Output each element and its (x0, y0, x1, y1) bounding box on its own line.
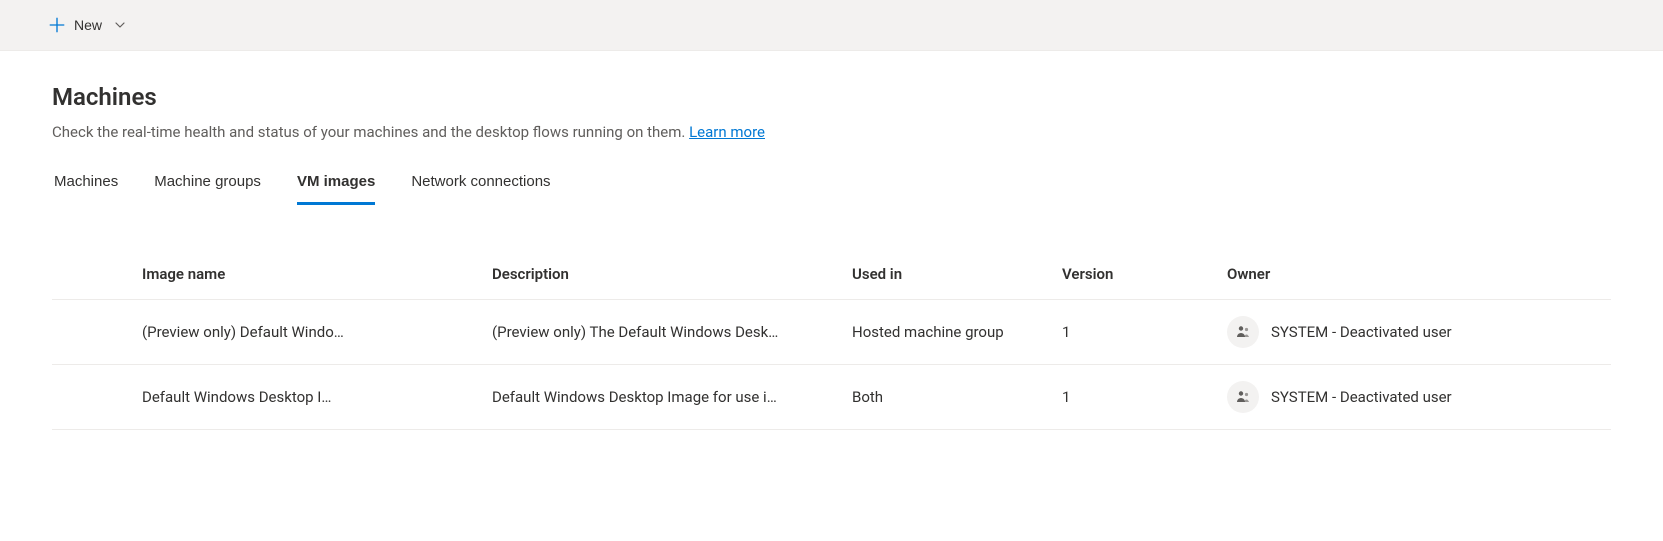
page-title: Machines (52, 83, 1611, 111)
col-owner[interactable]: Owner (1207, 253, 1611, 300)
new-button[interactable]: New (48, 12, 126, 38)
tab-network-connections[interactable]: Network connections (411, 165, 550, 205)
tab-machine-groups[interactable]: Machine groups (154, 165, 261, 205)
cell-used-in: Hosted machine group (832, 300, 1042, 365)
chevron-down-icon (114, 19, 126, 31)
cell-image-name[interactable]: (Preview only) Default Windo… (122, 300, 472, 365)
cell-version: 1 (1042, 365, 1207, 430)
person-icon (1227, 381, 1259, 413)
owner-label: SYSTEM - Deactivated user (1271, 323, 1452, 341)
col-description[interactable]: Description (472, 253, 832, 300)
cell-used-in: Both (832, 365, 1042, 430)
cell-owner: SYSTEM - Deactivated user (1207, 300, 1611, 365)
table-row[interactable]: (Preview only) Default Windo… (Preview o… (52, 300, 1611, 365)
tab-vm-images[interactable]: VM images (297, 165, 375, 205)
cell-description: (Preview only) The Default Windows Desk… (472, 300, 832, 365)
col-spacer (52, 253, 122, 300)
cell-description: Default Windows Desktop Image for use i… (472, 365, 832, 430)
row-spacer (52, 365, 122, 430)
subtitle-text: Check the real-time health and status of… (52, 123, 689, 141)
page-subtitle: Check the real-time health and status of… (52, 123, 1611, 141)
learn-more-link[interactable]: Learn more (689, 123, 765, 141)
cell-version: 1 (1042, 300, 1207, 365)
tabs: Machines Machine groups VM images Networ… (52, 165, 1611, 205)
col-version[interactable]: Version (1042, 253, 1207, 300)
col-used-in[interactable]: Used in (832, 253, 1042, 300)
toolbar: New (0, 0, 1663, 51)
col-image-name[interactable]: Image name (122, 253, 472, 300)
person-icon (1227, 316, 1259, 348)
content-area: Machines Check the real-time health and … (0, 51, 1663, 462)
tab-machines[interactable]: Machines (54, 165, 118, 205)
plus-icon (48, 16, 66, 34)
new-button-label: New (74, 17, 102, 33)
table-row[interactable]: Default Windows Desktop I… Default Windo… (52, 365, 1611, 430)
vm-images-table: Image name Description Used in Version O… (52, 253, 1611, 430)
owner-label: SYSTEM - Deactivated user (1271, 388, 1452, 406)
cell-image-name[interactable]: Default Windows Desktop I… (122, 365, 472, 430)
cell-owner: SYSTEM - Deactivated user (1207, 365, 1611, 430)
table-header-row: Image name Description Used in Version O… (52, 253, 1611, 300)
row-spacer (52, 300, 122, 365)
